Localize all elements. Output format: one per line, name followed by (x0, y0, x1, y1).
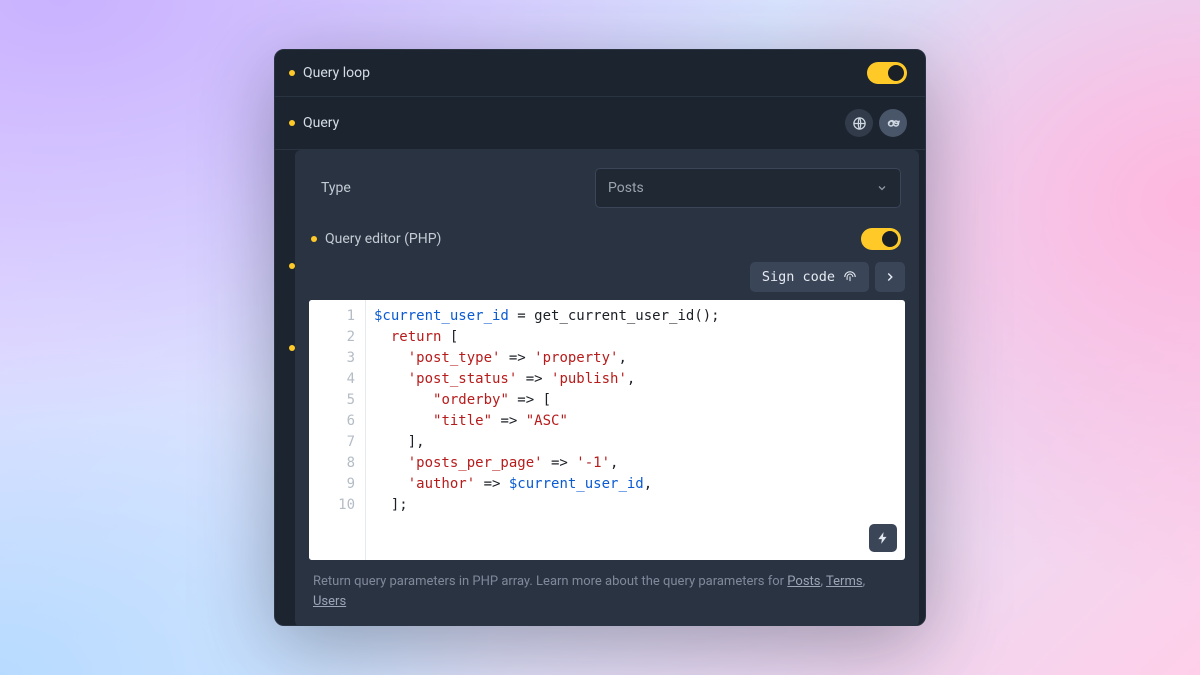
type-select-value: Posts (608, 180, 644, 196)
code-token: 'posts_per_page' (408, 455, 543, 471)
modified-dot-icon (311, 236, 317, 242)
line-number: 1 (309, 306, 355, 327)
help-text: Return query parameters in PHP array. Le… (309, 560, 905, 611)
code-token (374, 329, 391, 345)
code-token (374, 371, 408, 387)
query-loop-toggle[interactable] (867, 62, 907, 84)
help-link[interactable]: Terms (826, 574, 863, 589)
settings-panel: Query loop Query (274, 49, 926, 626)
line-number: 2 (309, 327, 355, 348)
code-token (374, 413, 433, 429)
query-editor-toggle[interactable] (861, 228, 901, 250)
code-editor[interactable]: 12345678910 $current_user_id = get_curre… (309, 300, 905, 560)
code-area[interactable]: $current_user_id = get_current_user_id()… (366, 300, 730, 560)
code-token: = (509, 308, 534, 324)
lightning-icon (876, 531, 890, 545)
help-link[interactable]: Users (313, 594, 346, 609)
code-token (374, 350, 408, 366)
code-token: $current_user_id (374, 308, 509, 324)
code-token: => [ (509, 392, 551, 408)
code-token: 'publish' (551, 371, 627, 387)
code-line: $current_user_id = get_current_user_id()… (374, 306, 720, 327)
ai-assist-button[interactable] (869, 524, 897, 552)
toggle-knob (888, 65, 904, 81)
code-token: , (618, 350, 626, 366)
code-token: ]; (374, 497, 408, 513)
code-line: 'author' => $current_user_id, (374, 474, 720, 495)
code-line: 'post_type' => 'property', (374, 348, 720, 369)
code-token: => (543, 455, 577, 471)
line-number: 6 (309, 411, 355, 432)
type-field-row: Type Posts (309, 162, 905, 222)
line-number: 10 (309, 495, 355, 516)
code-token: 'post_type' (408, 350, 501, 366)
code-token: , (627, 371, 635, 387)
line-number: 4 (309, 369, 355, 390)
infinity-button[interactable] (879, 109, 907, 137)
code-token: 'post_status' (408, 371, 518, 387)
sign-code-button[interactable]: Sign code (750, 262, 869, 292)
code-token: get_current_user_id (534, 308, 694, 324)
code-token: => (500, 350, 534, 366)
query-editor-label: Query editor (PHP) (325, 231, 441, 247)
code-line: "orderby" => [ (374, 390, 720, 411)
code-token: 'property' (534, 350, 618, 366)
modified-dot-icon (289, 120, 295, 126)
code-token: (); (694, 308, 719, 324)
code-token: [ (441, 329, 458, 345)
line-number: 7 (309, 432, 355, 453)
help-link[interactable]: Posts (787, 574, 820, 589)
chevron-right-icon (883, 270, 897, 284)
sign-code-label: Sign code (762, 269, 835, 285)
code-token: ], (374, 434, 425, 450)
chevron-down-icon (876, 182, 888, 194)
query-loop-label: Query loop (303, 65, 370, 81)
query-row: Query (275, 97, 925, 150)
code-token (374, 476, 408, 492)
code-line: return [ (374, 327, 720, 348)
modified-dot-icon (289, 70, 295, 76)
infinity-icon (885, 115, 902, 132)
expand-editor-button[interactable] (875, 262, 905, 292)
query-sub-panel: Type Posts Query editor (PHP) (295, 150, 919, 626)
line-number: 8 (309, 453, 355, 474)
code-line: ], (374, 432, 720, 453)
code-token: "ASC" (526, 413, 568, 429)
line-number: 5 (309, 390, 355, 411)
fingerprint-icon (843, 270, 857, 284)
modified-dot-icon (289, 345, 295, 351)
code-line: 'post_status' => 'publish', (374, 369, 720, 390)
code-token: => (517, 371, 551, 387)
modified-dot-icon (289, 263, 295, 269)
query-loop-row: Query loop (275, 50, 925, 97)
code-token: "orderby" (433, 392, 509, 408)
code-token: '-1' (576, 455, 610, 471)
code-line: ]; (374, 495, 720, 516)
code-token: , (644, 476, 652, 492)
globe-button[interactable] (845, 109, 873, 137)
toggle-knob (882, 231, 898, 247)
code-line: "title" => "ASC" (374, 411, 720, 432)
query-label: Query (303, 115, 339, 131)
type-field-label: Type (321, 180, 351, 196)
help-text-body: Return query parameters in PHP array. Le… (313, 574, 787, 589)
code-token (374, 392, 433, 408)
query-editor-row: Query editor (PHP) (309, 222, 905, 262)
editor-toolbar: Sign code (309, 262, 905, 300)
globe-icon (852, 116, 867, 131)
code-token: return (391, 329, 442, 345)
code-token: $current_user_id (509, 476, 644, 492)
code-token: => (492, 413, 526, 429)
code-token: "title" (433, 413, 492, 429)
line-number: 3 (309, 348, 355, 369)
type-select[interactable]: Posts (595, 168, 901, 208)
line-number-gutter: 12345678910 (309, 300, 366, 560)
code-token: 'author' (408, 476, 475, 492)
line-number: 9 (309, 474, 355, 495)
code-token: , (610, 455, 618, 471)
code-token: => (475, 476, 509, 492)
code-token (374, 455, 408, 471)
code-line: 'posts_per_page' => '-1', (374, 453, 720, 474)
